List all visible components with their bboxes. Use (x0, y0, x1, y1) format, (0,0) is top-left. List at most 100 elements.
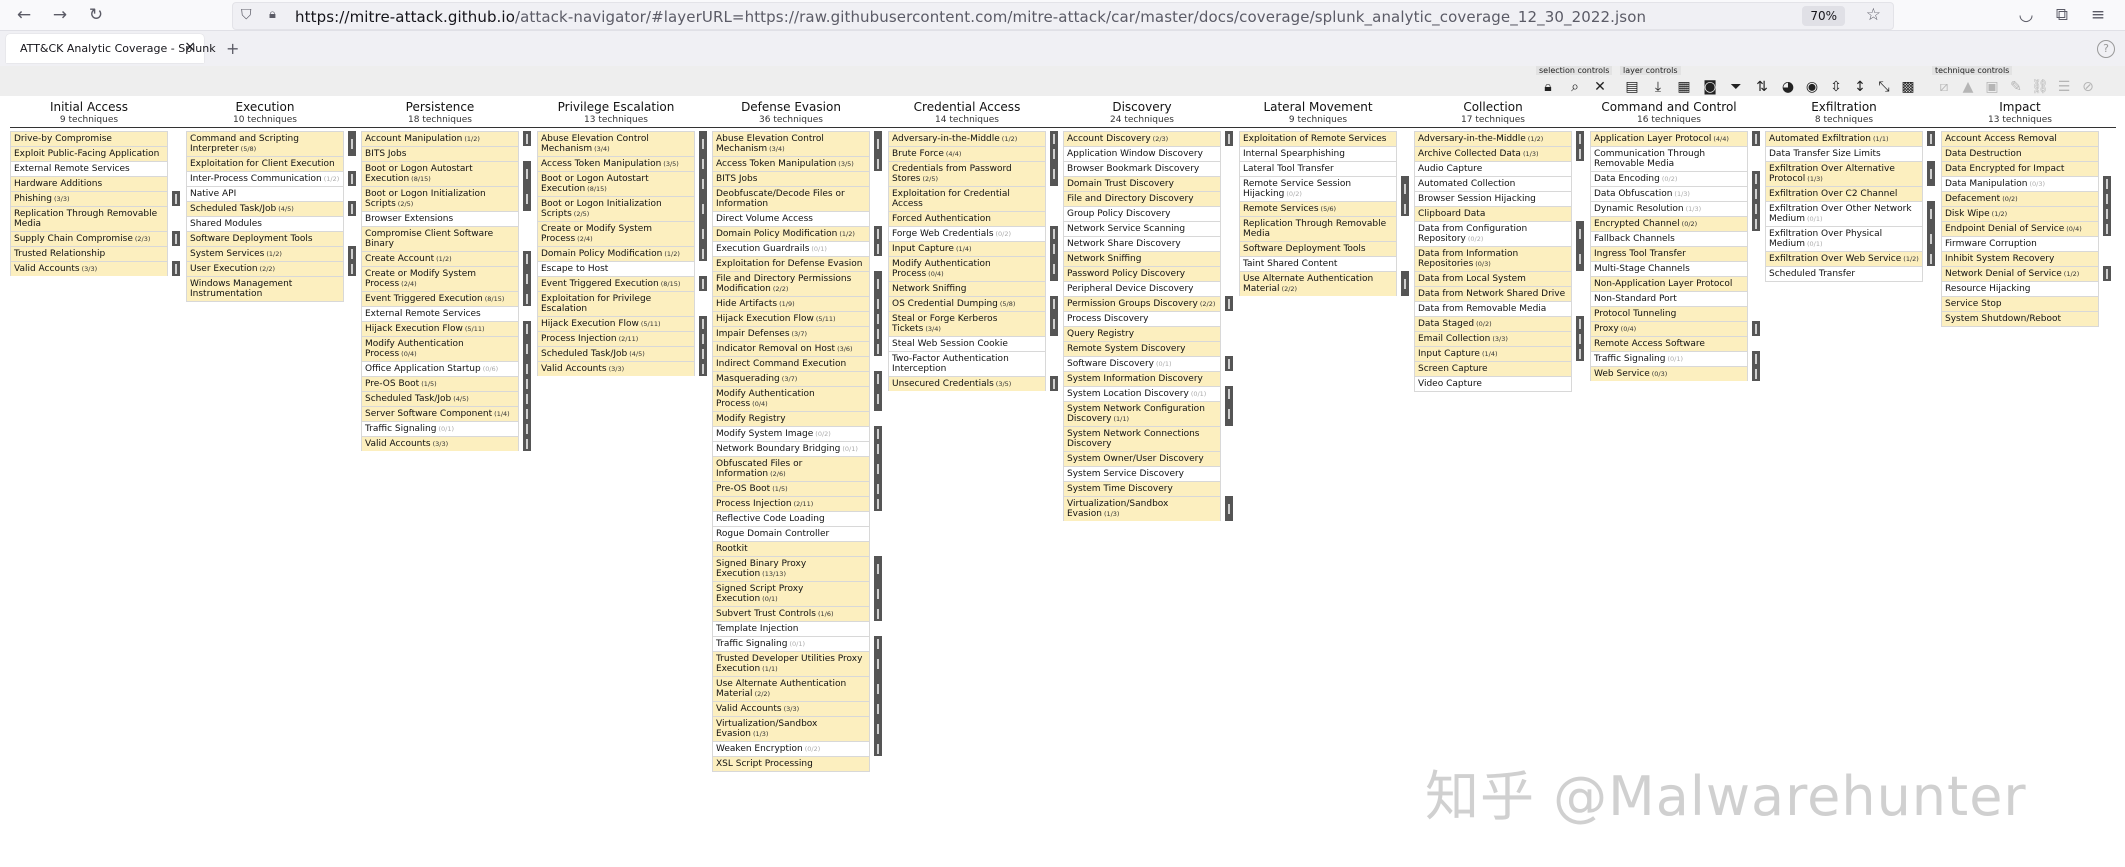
subtechnique-expand-handle[interactable] (1576, 146, 1584, 161)
subtechnique-expand-handle[interactable] (1927, 201, 1935, 226)
technique-cell[interactable]: Reflective Code Loading (712, 511, 870, 526)
export-excel-icon[interactable]: ▦ (1674, 78, 1694, 96)
help-icon[interactable]: ? (2097, 40, 2115, 58)
subtechnique-expand-handle[interactable] (1050, 256, 1058, 281)
technique-cell[interactable]: Firmware Corruption (1941, 236, 2099, 251)
technique-cell[interactable]: Deobfuscate/Decode Files or Information (712, 186, 870, 211)
technique-cell[interactable]: Traffic Signaling (0/1) (361, 421, 519, 436)
technique-cell[interactable]: Exfiltration Over C2 Channel (1765, 186, 1923, 201)
technique-cell[interactable]: Rogue Domain Controller (712, 526, 870, 541)
tactic-header-command-and-control[interactable]: Command and Control 16 techniques (1590, 98, 1748, 126)
subtechnique-expand-handle[interactable] (699, 196, 707, 221)
technique-cell[interactable]: Data from Information Repositories (0/3) (1414, 246, 1572, 271)
subtechnique-expand-handle[interactable] (523, 406, 531, 421)
subtechnique-expand-handle[interactable] (1050, 161, 1058, 186)
subtechnique-expand-handle[interactable] (1050, 226, 1058, 241)
technique-cell[interactable]: Inhibit System Recovery (1941, 251, 2099, 266)
technique-cell[interactable]: Network Sniffing (888, 281, 1046, 296)
subtechnique-expand-handle[interactable] (1927, 226, 1935, 251)
subtechnique-expand-handle[interactable] (523, 361, 531, 376)
technique-cell[interactable]: Exploit Public-Facing Application (10, 146, 168, 161)
technique-cell[interactable]: Data from Configuration Repository (0/2) (1414, 221, 1572, 246)
subtechnique-expand-handle[interactable] (1225, 296, 1233, 311)
technique-cell[interactable]: Data Manipulation (0/3) (1941, 176, 2099, 191)
technique-cell[interactable]: Obfuscated Files or Information (2/6) (712, 456, 870, 481)
subtechnique-expand-handle[interactable] (523, 336, 531, 361)
search-icon[interactable]: ⌕ (1565, 78, 1585, 96)
subtechnique-expand-handle[interactable] (1576, 246, 1584, 271)
technique-cell[interactable]: Replication Through Removable Media (1239, 216, 1397, 241)
technique-cell[interactable]: XSL Script Processing (712, 756, 870, 772)
technique-cell[interactable]: Remote Access Software (1590, 336, 1748, 351)
technique-cell[interactable]: Use Alternate Authentication Material (2/… (1239, 271, 1397, 296)
subtechnique-expand-handle[interactable] (1576, 346, 1584, 361)
subtechnique-expand-handle[interactable] (874, 386, 882, 411)
expand-icon[interactable]: ⇳ (1826, 78, 1846, 96)
subtechnique-expand-handle[interactable] (1401, 201, 1409, 216)
tactic-header-defense-evasion[interactable]: Defense Evasion 36 techniques (712, 98, 870, 126)
subtechnique-expand-handle[interactable] (348, 246, 356, 261)
technique-cell[interactable]: Adversary-in-the-Middle (1/2) (888, 131, 1046, 146)
subtechnique-expand-handle[interactable] (523, 436, 531, 451)
subtechnique-expand-handle[interactable] (2103, 191, 2111, 206)
subtechnique-expand-handle[interactable] (699, 331, 707, 346)
subtechnique-expand-handle[interactable] (1752, 321, 1760, 336)
technique-cell[interactable]: Video Capture (1414, 376, 1572, 392)
subtechnique-expand-handle[interactable] (1225, 386, 1233, 401)
technique-cell[interactable]: Password Policy Discovery (1063, 266, 1221, 281)
technique-cell[interactable]: Communication Through Removable Media (1590, 146, 1748, 171)
technique-cell[interactable]: Exfiltration Over Other Network Medium (0… (1765, 201, 1923, 226)
technique-cell[interactable]: Boot or Logon Autostart Execution (8/15) (537, 171, 695, 196)
technique-cell[interactable]: Input Capture (1/4) (888, 241, 1046, 256)
technique-cell[interactable]: Create or Modify System Process (2/4) (361, 266, 519, 291)
subtechnique-expand-handle[interactable] (874, 556, 882, 581)
technique-cell[interactable]: Remote Services (5/6) (1239, 201, 1397, 216)
technique-cell[interactable]: Inter-Process Communication (1/2) (186, 171, 344, 186)
technique-cell[interactable]: Impair Defenses (3/7) (712, 326, 870, 341)
subtechnique-expand-handle[interactable] (523, 421, 531, 436)
technique-cell[interactable]: Scheduled Task/Job (4/5) (537, 346, 695, 361)
technique-cell[interactable]: Process Injection (2/11) (712, 496, 870, 511)
technique-cell[interactable]: BITS Jobs (712, 171, 870, 186)
technique-cell[interactable]: External Remote Services (10, 161, 168, 176)
subtechnique-expand-handle[interactable] (874, 676, 882, 701)
technique-cell[interactable]: Two-Factor Authentication Interception (888, 351, 1046, 376)
subtechnique-expand-handle[interactable] (1752, 201, 1760, 216)
technique-cell[interactable]: Shared Modules (186, 216, 344, 231)
technique-cell[interactable]: Valid Accounts (3/3) (712, 701, 870, 716)
subtechnique-expand-handle[interactable] (1050, 311, 1058, 336)
subtechnique-expand-handle[interactable] (1225, 496, 1233, 521)
technique-cell[interactable]: Indicator Removal on Host (3/6) (712, 341, 870, 356)
technique-cell[interactable]: Steal or Forge Kerberos Tickets (3/4) (888, 311, 1046, 336)
subtechnique-expand-handle[interactable] (1752, 186, 1760, 201)
technique-cell[interactable]: Web Service (0/3) (1590, 366, 1748, 381)
technique-cell[interactable]: Valid Accounts (3/3) (361, 436, 519, 451)
menu-icon[interactable]: ≡ (2086, 3, 2110, 27)
technique-cell[interactable]: Hardware Additions (10, 176, 168, 191)
technique-cell[interactable]: System Network Connections Discovery (1063, 426, 1221, 451)
extensions-icon[interactable]: ⧉ (2050, 3, 2074, 27)
subtechnique-expand-handle[interactable] (699, 131, 707, 156)
technique-cell[interactable]: Audio Capture (1414, 161, 1572, 176)
technique-cell[interactable]: Weaken Encryption (0/2) (712, 741, 870, 756)
subtechnique-expand-handle[interactable] (1401, 271, 1409, 296)
technique-cell[interactable]: Server Software Component (1/4) (361, 406, 519, 421)
subtechnique-expand-handle[interactable] (172, 191, 180, 206)
technique-cell[interactable]: Modify Authentication Process (0/4) (712, 386, 870, 411)
tactic-header-collection[interactable]: Collection 17 techniques (1414, 98, 1572, 126)
lock-icon[interactable]: 🔒︎ (269, 7, 276, 22)
tactic-header-execution[interactable]: Execution 10 techniques (186, 98, 344, 126)
technique-cell[interactable]: Unsecured Credentials (3/5) (888, 376, 1046, 391)
technique-cell[interactable]: Encrypted Channel (0/2) (1590, 216, 1748, 231)
tab-close-icon[interactable]: × (184, 39, 196, 55)
clear-annotations-icon[interactable]: ⧄ (1934, 78, 1954, 96)
subtechnique-expand-handle[interactable] (523, 391, 531, 406)
subtechnique-expand-handle[interactable] (1050, 131, 1058, 146)
subtechnique-expand-handle[interactable] (1225, 356, 1233, 371)
technique-cell[interactable]: Exploitation for Privilege Escalation (537, 291, 695, 316)
technique-cell[interactable]: Disk Wipe (1/2) (1941, 206, 2099, 221)
subtechnique-expand-handle[interactable] (523, 376, 531, 391)
technique-cell[interactable]: Defacement (0/2) (1941, 191, 2099, 206)
technique-cell[interactable]: Data Encoding (0/2) (1590, 171, 1748, 186)
shield-icon[interactable]: ⛉ (241, 7, 252, 23)
